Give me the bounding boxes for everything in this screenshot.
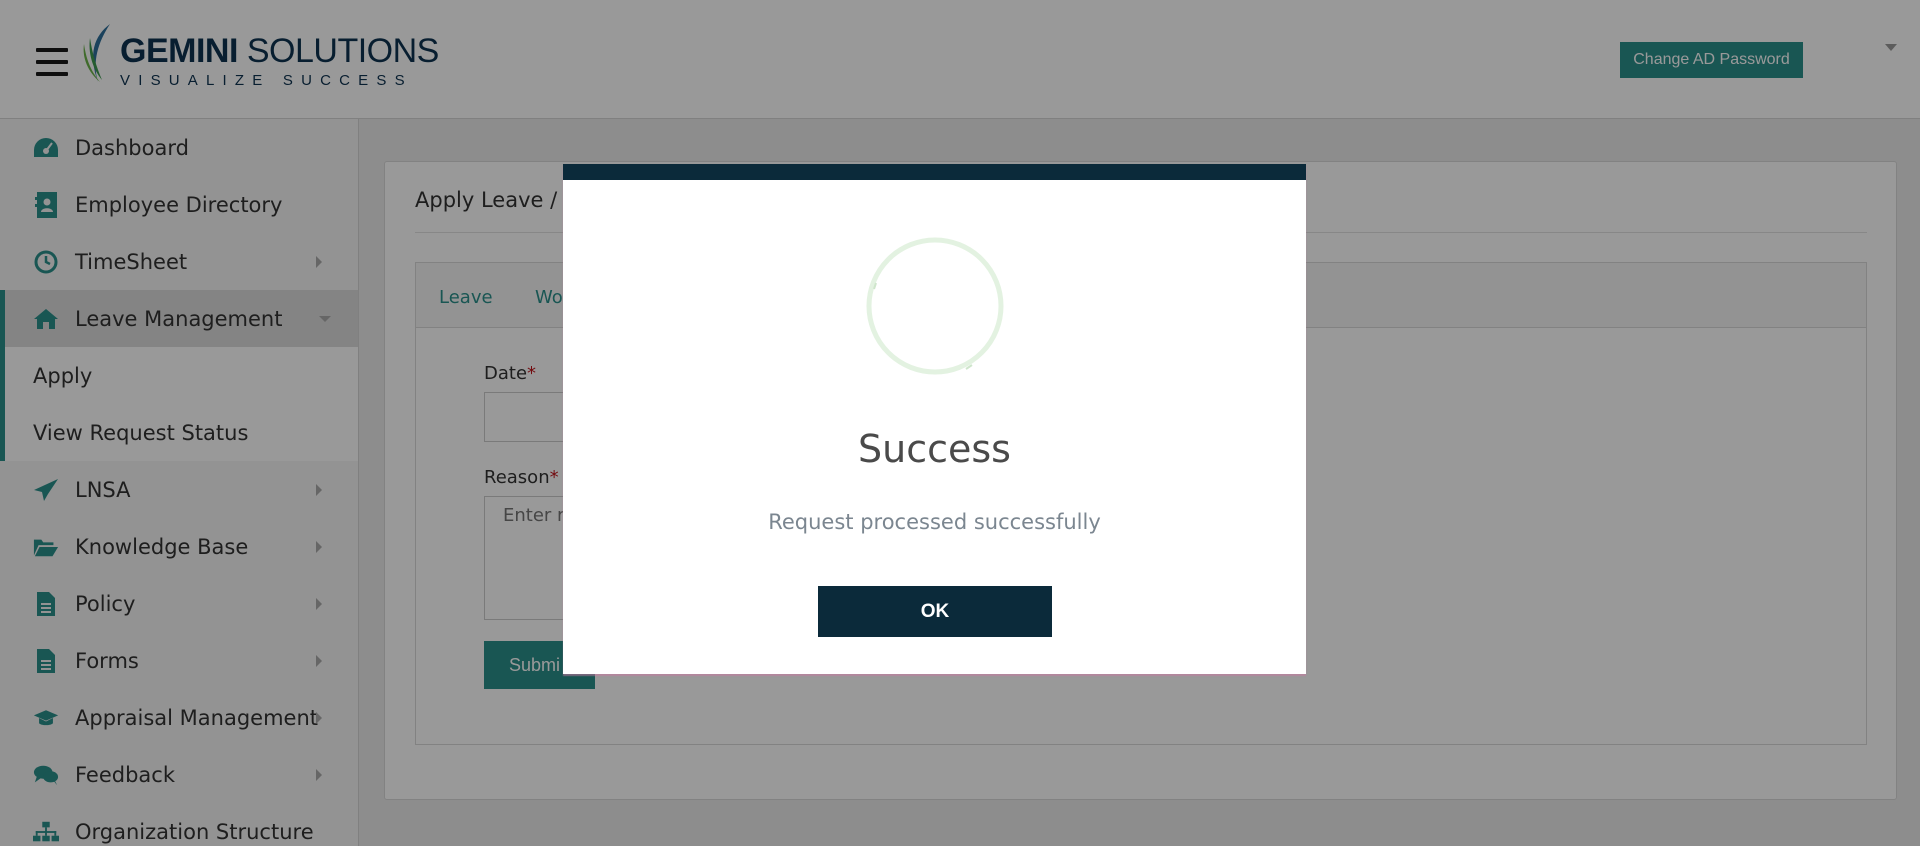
dialog-message: Request processed successfully [768,510,1101,534]
success-dialog: Success Request processed successfully O… [563,164,1306,674]
ok-button[interactable]: OK [818,586,1052,637]
dialog-title: Success [858,427,1011,471]
success-circle-icon [866,237,1004,375]
